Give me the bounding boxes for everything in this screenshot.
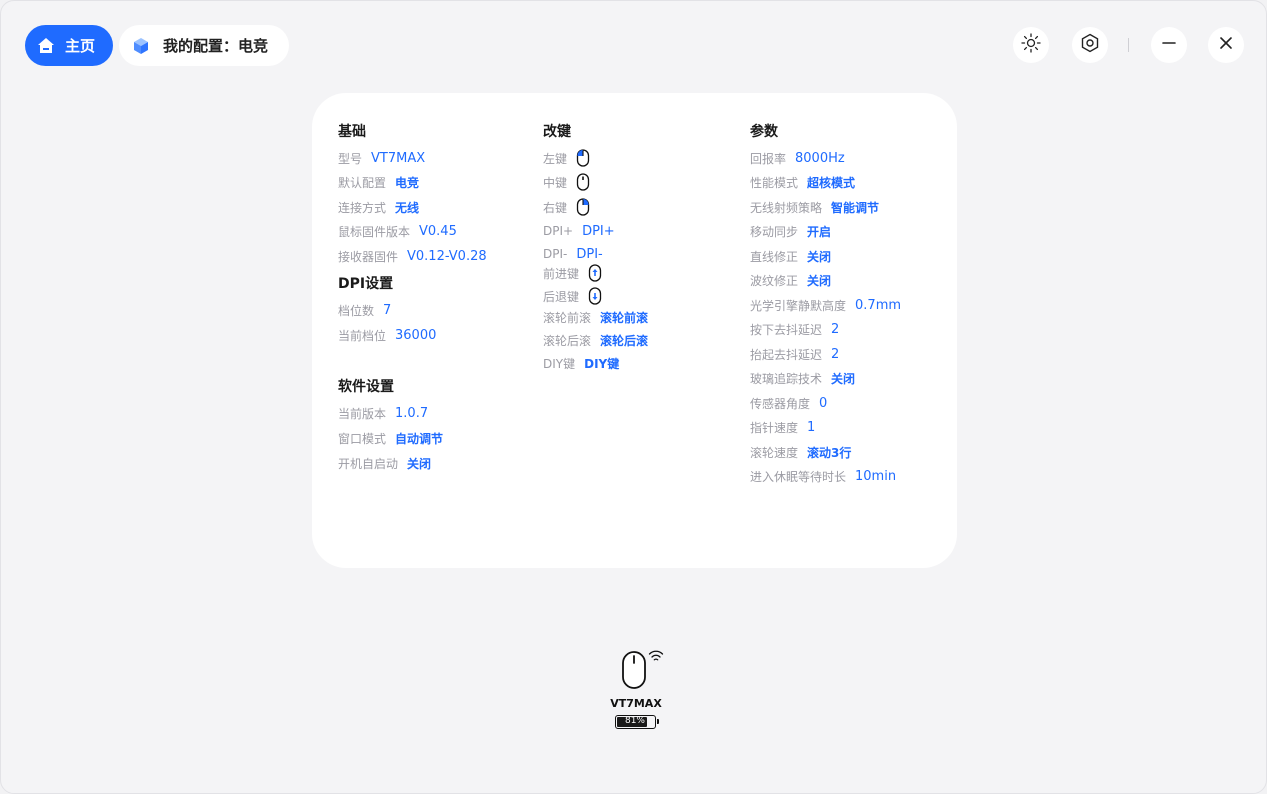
basic-row-default-profile: 默认配置 电竞 — [338, 175, 420, 190]
device-info-card: 基础 型号 VT7MAX 默认配置 电竞 连接方式 无线 鼠标固件版本 V0.45 接收… — [312, 93, 957, 568]
keys-row-dpi-plus: DPI+ DPI+ — [543, 223, 615, 239]
battery-nub — [657, 719, 659, 724]
minimize-button[interactable] — [1151, 27, 1187, 63]
params-row-3: 移动同步 开启 — [750, 224, 832, 239]
basic-row-model: 型号 VT7MAX — [338, 150, 426, 166]
device-status[interactable]: VT7MAX 81% — [601, 646, 671, 736]
params-row-11: 指针速度 1 — [750, 419, 816, 435]
software-row-window-mode: 窗口模式 自动调节 — [338, 431, 444, 446]
basic-row-receiver-firmware: 接收器固件 V0.12-V0.28 — [338, 248, 487, 264]
params-row-9: 玻璃追踪技术 关闭 — [750, 371, 856, 386]
keys-row-scroll-up: 滚轮前滚 滚轮前滚 — [543, 310, 649, 325]
software-row-version: 当前版本 1.0.7 — [338, 405, 429, 421]
battery-indicator: 81% — [615, 715, 659, 729]
home-icon — [35, 35, 57, 57]
settings-hexagon-icon — [1079, 32, 1101, 58]
keys-row-dpi-minus: DPI- DPI- — [543, 246, 603, 262]
keys-row-right: 右键 — [543, 198, 590, 216]
keys-row-back: 后退键 — [543, 287, 602, 305]
dpi-row-levels: 档位数 7 — [338, 302, 392, 318]
params-row-10: 传感器角度 0 — [750, 395, 828, 411]
params-row-5: 波纹修正 关闭 — [750, 273, 832, 288]
params-row-6: 光学引擎静默高度 0.7mm — [750, 297, 902, 313]
mouse-forward-icon — [588, 264, 602, 282]
profile-label: 我的配置：电竞 — [163, 37, 269, 55]
keys-row-middle: 中键 — [543, 173, 590, 191]
mouse-back-icon — [588, 287, 602, 305]
keys-row-scroll-down: 滚轮后滚 滚轮后滚 — [543, 333, 649, 348]
brightness-button[interactable] — [1013, 27, 1049, 63]
mouse-device-icon — [621, 650, 647, 694]
battery-text: 81% — [624, 716, 645, 726]
params-row-13: 进入休眠等待时长 10min — [750, 468, 897, 484]
mouse-left-icon — [576, 149, 590, 167]
close-button[interactable] — [1208, 27, 1244, 63]
params-row-0: 回报率 8000Hz — [750, 150, 845, 166]
settings-button[interactable] — [1072, 27, 1108, 63]
dpi-row-current: 当前档位 36000 — [338, 327, 437, 343]
toolbar-divider — [1128, 38, 1129, 52]
software-section-title: 软件设置 — [338, 379, 394, 395]
basic-section-title: 基础 — [338, 124, 366, 140]
keys-section-title: 改键 — [543, 124, 571, 140]
app-window: 主页 我的配置：电竞 基础 型号 VT7MAX 默认配置 电竞 连接方式 无线 鼠标固… — [0, 0, 1267, 794]
basic-row-connection: 连接方式 无线 — [338, 200, 420, 215]
home-button[interactable]: 主页 — [25, 25, 113, 66]
home-label: 主页 — [65, 37, 96, 55]
mouse-right-icon — [576, 198, 590, 216]
params-row-7: 按下去抖延迟 2 — [750, 321, 840, 337]
mouse-middle-icon — [576, 173, 590, 191]
params-row-1: 性能模式 超核模式 — [750, 175, 856, 190]
params-row-12: 滚轮速度 滚动3行 — [750, 445, 852, 460]
dpi-section-title: DPI设置 — [338, 276, 394, 292]
params-row-4: 直线修正 关闭 — [750, 249, 832, 264]
minimize-icon — [1160, 34, 1178, 56]
software-row-autostart: 开机自启动 关闭 — [338, 456, 432, 471]
sun-icon — [1020, 32, 1042, 58]
params-section-title: 参数 — [750, 124, 778, 140]
keys-row-left: 左键 — [543, 149, 590, 167]
profile-button[interactable]: 我的配置：电竞 — [119, 25, 289, 66]
device-name: VT7MAX — [610, 697, 662, 710]
basic-row-mouse-firmware: 鼠标固件版本 V0.45 — [338, 223, 457, 239]
keys-row-diy: DIY键 DIY键 — [543, 356, 620, 371]
keys-row-forward: 前进键 — [543, 264, 602, 282]
params-row-8: 抬起去抖延迟 2 — [750, 346, 840, 362]
wireless-signal-icon — [648, 648, 664, 667]
close-icon — [1217, 34, 1235, 56]
cube-icon — [131, 36, 151, 56]
params-row-2: 无线射频策略 智能调节 — [750, 200, 880, 215]
